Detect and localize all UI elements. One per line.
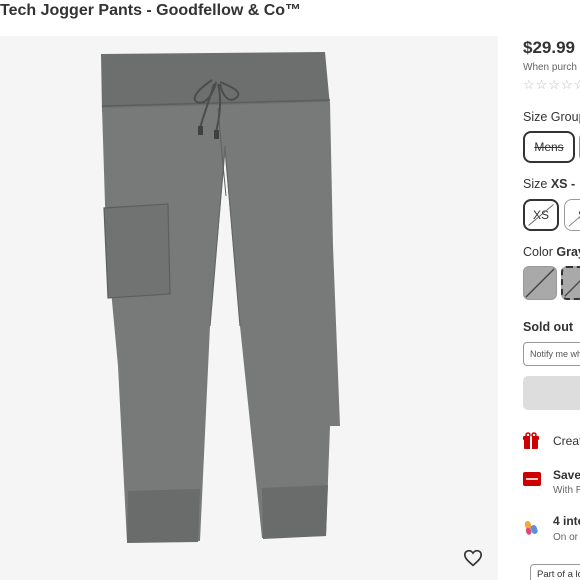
promo-title-1[interactable]: Save xyxy=(553,468,580,482)
jogger-pants-image xyxy=(101,52,340,543)
color-value: Gray xyxy=(556,245,580,259)
add-to-cart-button[interactable] xyxy=(523,376,580,410)
unavailable-slash-icon xyxy=(528,204,554,226)
rating-stars[interactable]: ☆☆☆☆☆ xyxy=(523,77,580,93)
color-label: Color Gray xyxy=(523,245,580,259)
size-option-xs[interactable]: XS xyxy=(523,199,559,231)
unavailable-slash-icon xyxy=(564,280,580,297)
buy-box: $29.99 When purch ☆☆☆☆☆ Size Group Mens … xyxy=(523,0,580,580)
promo-subtitle-2: On or xyxy=(553,532,579,543)
promo-title-2[interactable]: 4 inte xyxy=(553,514,580,528)
unavailable-slash-icon xyxy=(525,268,555,298)
unavailable-slash-icon xyxy=(568,216,580,227)
promo-subtitle-1: With R xyxy=(553,485,580,496)
size-option-s[interactable]: S xyxy=(564,199,580,231)
price-note: When purch xyxy=(523,62,577,73)
notify-me-button[interactable]: Notify me wh xyxy=(523,342,580,366)
redcard-icon xyxy=(523,472,541,490)
color-swatch-gray[interactable] xyxy=(523,266,557,300)
size-group-label: Size Group xyxy=(523,110,580,124)
product-image[interactable] xyxy=(0,36,498,580)
color-swatch-selected[interactable] xyxy=(561,266,580,300)
collection-button[interactable]: Part of a lo xyxy=(530,564,580,580)
favorite-button[interactable] xyxy=(460,545,486,571)
heart-outline-icon xyxy=(463,549,483,567)
product-title: Tech Jogger Pants - Goodfellow & Co™ xyxy=(0,2,302,19)
size-value: XS - xyxy=(550,177,576,191)
size-group-mens[interactable]: Mens xyxy=(523,131,575,163)
size-label: Size XS - xyxy=(523,177,576,191)
stock-status: Sold out xyxy=(523,320,573,334)
pay-in-4-icon xyxy=(523,520,541,538)
price: $29.99 xyxy=(523,38,575,57)
gift-bullseye-icon xyxy=(523,432,541,450)
promo-title-0[interactable]: Creat xyxy=(553,434,580,448)
